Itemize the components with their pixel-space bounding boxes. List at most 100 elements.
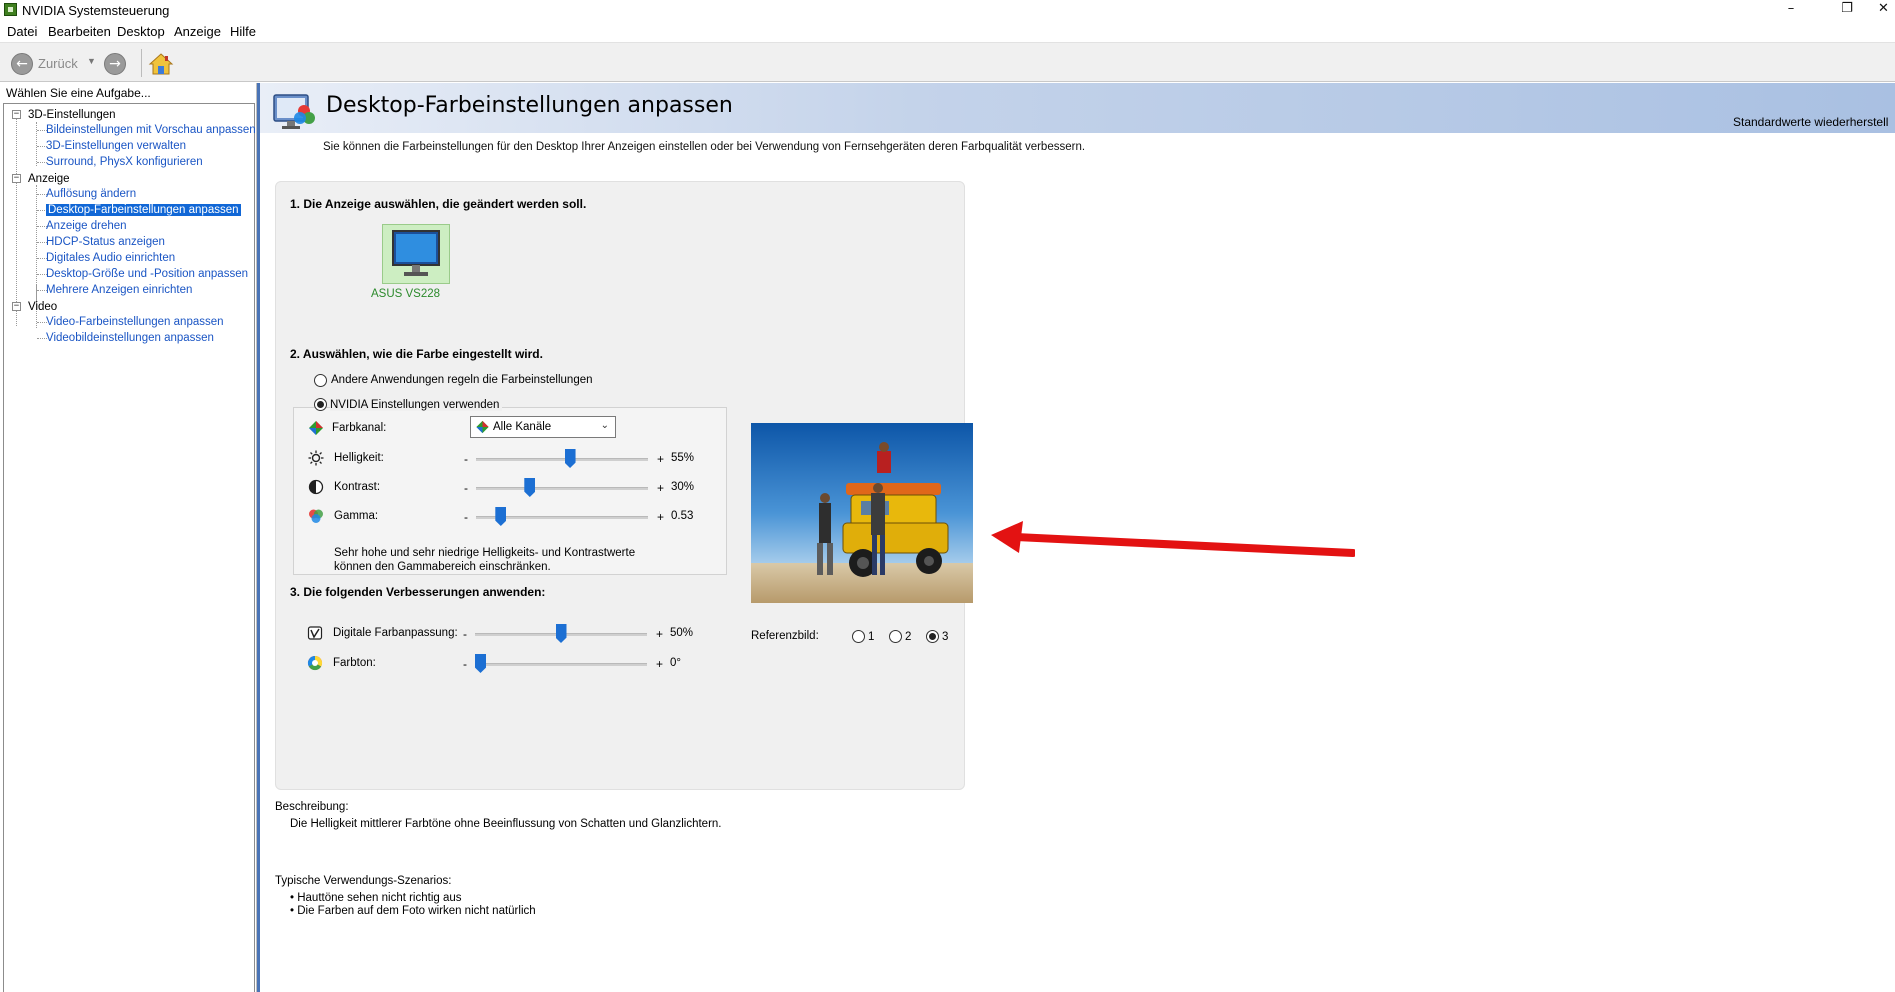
hue-label: Farbton:: [333, 657, 376, 669]
chevron-down-icon: ⌄: [600, 420, 609, 431]
reference-radio-label[interactable]: 2: [905, 631, 911, 643]
sidebar-item-aufloesung[interactable]: Auflösung ändern: [46, 188, 136, 200]
contrast-decrease[interactable]: -: [464, 481, 468, 495]
home-icon[interactable]: [148, 52, 174, 76]
red-annotation-arrow: [991, 521, 1355, 557]
brightness-slider-track[interactable]: [476, 458, 648, 461]
hue-decrease[interactable]: -: [463, 657, 467, 671]
contrast-slider-thumb[interactable]: [524, 478, 536, 497]
task-panel: Wählen Sie eine Aufgabe... − 3D-Einstell…: [0, 83, 257, 992]
task-tree: − 3D-Einstellungen Bildeinstellungen mit…: [3, 103, 256, 992]
hue-slider-thumb[interactable]: [475, 654, 486, 673]
reference-radio-3[interactable]: [926, 630, 939, 643]
menu-anzeige[interactable]: Anzeige: [174, 24, 221, 39]
hue-value: 0°: [670, 657, 681, 669]
brightness-increase[interactable]: +: [657, 452, 664, 466]
contrast-icon: [308, 479, 324, 495]
restore-defaults-link[interactable]: Standardwerte wiederherstell: [1733, 115, 1888, 129]
brightness-icon: [308, 450, 324, 466]
sidebar-item-surround-physx[interactable]: Surround, PhysX konfigurieren: [46, 156, 203, 168]
step3-title: 3. Die folgenden Verbesserungen anwenden…: [290, 585, 546, 599]
title-bar: NVIDIA Systemsteuerung – ❐ ✕: [0, 0, 1895, 20]
digital-vibrance-decrease[interactable]: -: [463, 627, 467, 641]
expander-video[interactable]: −: [12, 302, 21, 311]
brightness-value: 55%: [671, 452, 695, 464]
sidebar-item-video-farbeinstellungen[interactable]: Video-Farbeinstellungen anpassen: [46, 316, 224, 328]
sidebar-item-anzeige-drehen[interactable]: Anzeige drehen: [46, 220, 127, 232]
window-title: NVIDIA Systemsteuerung: [22, 3, 170, 18]
hue-icon: [307, 655, 323, 671]
hue-increase[interactable]: +: [656, 657, 663, 671]
all-channels-icon: [476, 420, 489, 434]
sidebar-item-digitales-audio[interactable]: Digitales Audio einrichten: [46, 252, 175, 264]
gamma-decrease[interactable]: -: [464, 510, 468, 524]
restore-button[interactable]: ❐: [1827, 0, 1867, 20]
color-channel-select[interactable]: Alle Kanäle ⌄: [470, 416, 616, 438]
contrast-label: Kontrast:: [334, 481, 381, 493]
radio-nvidia-settings[interactable]: [314, 398, 327, 411]
tree-category-video[interactable]: Video: [28, 301, 57, 313]
gamma-icon: [309, 509, 323, 523]
description-text: Die Helligkeit mittlerer Farbtöne ohne B…: [290, 818, 722, 830]
reference-radio-label[interactable]: 3: [942, 631, 948, 643]
contrast-increase[interactable]: +: [657, 481, 664, 495]
display-color-icon: [273, 94, 315, 129]
back-history-dropdown-icon[interactable]: ▼: [87, 56, 96, 66]
tree-category-3d[interactable]: 3D-Einstellungen: [28, 109, 116, 121]
contrast-value: 30%: [671, 481, 695, 493]
digital-vibrance-slider-thumb[interactable]: [555, 624, 567, 643]
radio-nvidia-settings-label[interactable]: NVIDIA Einstellungen verwenden: [330, 399, 503, 411]
sidebar-item-desktop-groesse[interactable]: Desktop-Größe und -Position anpassen: [46, 268, 248, 280]
tree-line: [16, 114, 17, 326]
forward-arrow-icon[interactable]: →: [104, 53, 126, 75]
vibrance-icon: [307, 626, 323, 640]
scenarios-label: Typische Verwendungs-Szenarios:: [275, 875, 452, 887]
page-title: Desktop-Farbeinstellungen anpassen: [326, 93, 733, 118]
brightness-decrease[interactable]: -: [464, 452, 468, 466]
minimize-button[interactable]: –: [1771, 0, 1811, 20]
expander-anzeige[interactable]: −: [12, 174, 21, 183]
color-channel-icon: [309, 421, 323, 435]
digital-vibrance-increase[interactable]: +: [656, 627, 663, 641]
digital-vibrance-value: 50%: [670, 627, 694, 639]
contrast-slider-track[interactable]: [476, 487, 648, 490]
sidebar-item-3d-verwalten[interactable]: 3D-Einstellungen verwalten: [46, 140, 186, 152]
back-arrow-icon[interactable]: ←: [11, 53, 33, 75]
nvidia-app-icon: [4, 3, 17, 16]
radio-other-apps-label[interactable]: Andere Anwendungen regeln die Farbeinste…: [331, 374, 593, 386]
sidebar-item-bildeinstellungen[interactable]: Bildeinstellungen mit Vorschau anpassen: [46, 124, 256, 136]
menu-datei[interactable]: Datei: [7, 24, 37, 39]
brightness-slider-thumb[interactable]: [564, 449, 576, 468]
sidebar-item-videobildeinstellungen[interactable]: Videobildeinstellungen anpassen: [46, 332, 214, 344]
sidebar-item-mehrere-anzeigen[interactable]: Mehrere Anzeigen einrichten: [46, 284, 192, 296]
sidebar-item-hdcp-status[interactable]: HDCP-Status anzeigen: [46, 236, 165, 248]
brightness-label: Helligkeit:: [334, 452, 384, 464]
menu-desktop[interactable]: Desktop: [117, 24, 165, 39]
color-channel-label: Farbkanal:: [332, 422, 387, 434]
digital-vibrance-label: Digitale Farbanpassung:: [333, 627, 458, 639]
menu-bearbeiten[interactable]: Bearbeiten: [48, 24, 111, 39]
hue-slider-track[interactable]: [475, 663, 647, 666]
menu-hilfe[interactable]: Hilfe: [230, 24, 256, 39]
monitor-select-tile[interactable]: [382, 224, 450, 284]
monitor-label[interactable]: ASUS VS228: [371, 288, 440, 300]
step1-title: 1. Die Anzeige auswählen, die geändert w…: [290, 197, 587, 211]
tree-category-anzeige[interactable]: Anzeige: [28, 173, 70, 185]
expander-3d[interactable]: −: [12, 110, 21, 119]
gamma-increase[interactable]: +: [657, 510, 664, 524]
gamma-slider-thumb[interactable]: [495, 507, 507, 526]
back-button-label[interactable]: Zurück: [38, 56, 78, 71]
reference-image-label: Referenzbild:: [751, 630, 819, 642]
reference-radio-label[interactable]: 1: [868, 631, 874, 643]
tree-line: [36, 122, 37, 166]
toolbar: ← Zurück ▼ →: [0, 42, 1895, 82]
close-button[interactable]: ✕: [1872, 0, 1895, 20]
sidebar-item-desktop-farbeinstellungen[interactable]: Desktop-Farbeinstellungen anpassen: [46, 204, 241, 216]
reference-radio-2[interactable]: [889, 630, 902, 643]
step2-title: 2. Auswählen, wie die Farbe eingestellt …: [290, 347, 543, 361]
task-panel-header: Wählen Sie eine Aufgabe...: [6, 86, 151, 100]
page-subtitle: Sie können die Farbeinstellungen für den…: [323, 141, 1086, 153]
radio-other-apps[interactable]: [314, 374, 327, 387]
scenario-item: • Die Farben auf dem Foto wirken nicht n…: [290, 905, 536, 917]
reference-radio-1[interactable]: [852, 630, 865, 643]
